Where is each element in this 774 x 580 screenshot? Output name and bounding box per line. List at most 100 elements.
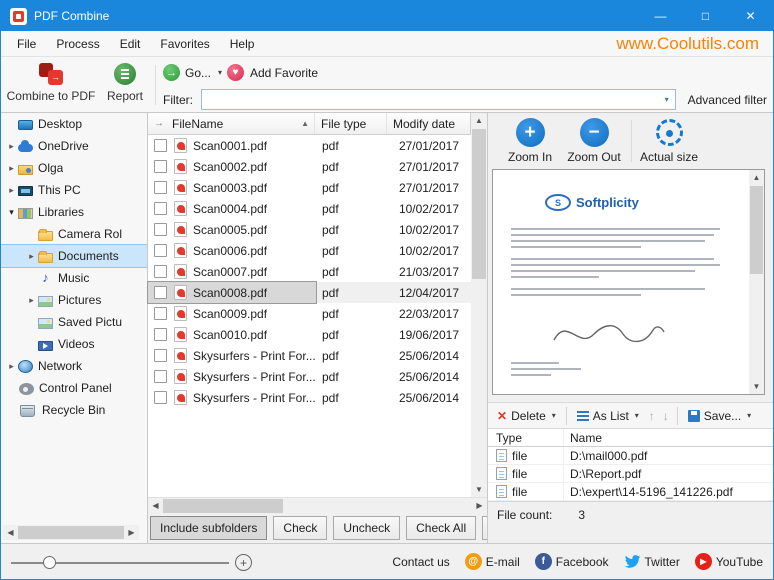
sidebar-item-control-panel[interactable]: Control Panel xyxy=(1,377,147,399)
scroll-down-icon[interactable]: ▼ xyxy=(749,379,765,394)
row-checkbox[interactable] xyxy=(154,202,167,215)
scrollbar-thumb[interactable] xyxy=(163,499,283,513)
column-header-type[interactable]: Type xyxy=(488,429,564,446)
row-checkbox[interactable] xyxy=(154,286,167,299)
move-up-button[interactable]: ↑ xyxy=(647,405,657,427)
row-checkbox[interactable] xyxy=(154,328,167,341)
sidebar-item-music[interactable]: ♪ Music xyxy=(1,267,147,289)
file-row[interactable]: Scan0006.pdf pdf 10/02/2017 xyxy=(148,240,471,261)
scroll-up-icon[interactable]: ▲ xyxy=(749,170,765,185)
go-button[interactable]: → Go... ▾ xyxy=(163,64,222,81)
zoom-in-button[interactable]: + Zoom In xyxy=(498,118,562,164)
scroll-left-icon[interactable]: ◀ xyxy=(3,525,18,540)
file-row[interactable]: Skysurfers - Print For... pdf 25/06/2014 xyxy=(148,366,471,387)
scroll-down-icon[interactable]: ▼ xyxy=(471,482,487,497)
file-row[interactable]: Scan0005.pdf pdf 10/02/2017 xyxy=(148,219,471,240)
add-favorite-button[interactable]: ♥ Add Favorite xyxy=(227,64,318,81)
scroll-left-icon[interactable]: ◀ xyxy=(148,498,163,513)
column-header-filename[interactable]: → FileName ▲ xyxy=(148,113,315,134)
menu-process[interactable]: Process xyxy=(46,37,109,51)
file-row[interactable]: Scan0007.pdf pdf 21/03/2017 xyxy=(148,261,471,282)
file-row[interactable]: Scan0003.pdf pdf 27/01/2017 xyxy=(148,177,471,198)
advanced-filter-link[interactable]: Advanced filter xyxy=(688,93,767,107)
sidebar-item-network[interactable]: ▸ Network xyxy=(1,355,147,377)
row-checkbox[interactable] xyxy=(154,349,167,362)
expand-icon[interactable]: ▸ xyxy=(25,251,38,262)
list-vertical-scrollbar[interactable]: ▲ ▼ xyxy=(471,113,487,497)
file-row[interactable]: Scan0001.pdf pdf 27/01/2017 xyxy=(148,135,471,156)
combine-to-pdf-button[interactable]: → Combine to PDF xyxy=(5,61,97,103)
report-button[interactable]: Report xyxy=(99,61,151,103)
menu-file[interactable]: File xyxy=(7,37,46,51)
website-link[interactable]: www.Coolutils.com xyxy=(616,34,759,54)
delete-button[interactable]: ✕ Delete ▾ xyxy=(493,405,560,427)
output-row[interactable]: file D:\mail000.pdf xyxy=(488,447,773,465)
menu-help[interactable]: Help xyxy=(220,37,265,51)
sidebar-item-documents[interactable]: ▸ Documents xyxy=(1,245,147,267)
column-header-name[interactable]: Name xyxy=(564,431,773,445)
filter-combobox[interactable]: ▾ xyxy=(201,89,676,110)
as-list-button[interactable]: As List ▾ xyxy=(573,405,643,427)
close-button[interactable]: ✕ xyxy=(728,1,773,31)
facebook-link[interactable]: f Facebook xyxy=(535,553,609,570)
include-subfolders-toggle[interactable]: Include subfolders xyxy=(150,516,267,540)
zoom-out-button[interactable]: − Zoom Out xyxy=(562,118,626,164)
menu-favorites[interactable]: Favorites xyxy=(150,37,219,51)
collapse-icon[interactable]: ▾ xyxy=(5,207,18,218)
column-header-filetype[interactable]: File type xyxy=(315,113,387,134)
sidebar-item-recycle-bin[interactable]: Recycle Bin xyxy=(1,399,147,421)
expand-icon[interactable]: ▸ xyxy=(5,361,18,372)
file-row-selected[interactable]: Scan0008.pdf pdf 12/04/2017 xyxy=(148,282,471,303)
scroll-right-icon[interactable]: ▶ xyxy=(472,498,487,513)
file-row[interactable]: Scan0002.pdf pdf 27/01/2017 xyxy=(148,156,471,177)
output-row[interactable]: file D:\expert\14-5196_141226.pdf xyxy=(488,483,773,501)
actual-size-button[interactable]: Actual size xyxy=(637,118,701,164)
output-row[interactable]: file D:\Report.pdf xyxy=(488,465,773,483)
scroll-right-icon[interactable]: ▶ xyxy=(124,525,139,540)
row-checkbox[interactable] xyxy=(154,139,167,152)
file-row[interactable]: Scan0010.pdf pdf 19/06/2017 xyxy=(148,324,471,345)
sidebar-item-camera-roll[interactable]: Camera Roll xyxy=(1,223,147,245)
sidebar-item-pictures[interactable]: ▸ Pictures xyxy=(1,289,147,311)
minimize-button[interactable]: — xyxy=(638,1,683,31)
sidebar-item-saved-pictures[interactable]: Saved Pictures xyxy=(1,311,147,333)
uncheck-button[interactable]: Uncheck xyxy=(333,516,400,540)
check-all-button[interactable]: Check All xyxy=(406,516,476,540)
row-checkbox[interactable] xyxy=(154,160,167,173)
sidebar-item-this-pc[interactable]: ▸ This PC xyxy=(1,179,147,201)
scrollbar-thumb[interactable] xyxy=(18,526,124,539)
row-checkbox[interactable] xyxy=(154,244,167,257)
twitter-link[interactable]: Twitter xyxy=(624,553,680,570)
row-checkbox[interactable] xyxy=(154,307,167,320)
sidebar-item-onedrive[interactable]: ▸ OneDrive xyxy=(1,135,147,157)
row-checkbox[interactable] xyxy=(154,181,167,194)
menu-edit[interactable]: Edit xyxy=(110,37,151,51)
maximize-button[interactable]: □ xyxy=(683,1,728,31)
sidebar-horizontal-scrollbar[interactable]: ◀ ▶ xyxy=(3,525,139,540)
scroll-up-icon[interactable]: ▲ xyxy=(471,113,487,128)
chevron-down-icon[interactable]: ▾ xyxy=(659,95,675,104)
row-checkbox[interactable] xyxy=(154,391,167,404)
list-horizontal-scrollbar[interactable]: ◀ ▶ xyxy=(148,497,487,513)
column-header-modifydate[interactable]: Modify date xyxy=(387,113,470,134)
contact-us-label[interactable]: Contact us xyxy=(392,555,449,569)
row-checkbox[interactable] xyxy=(154,223,167,236)
sidebar-item-olga[interactable]: ▸ Olga xyxy=(1,157,147,179)
row-checkbox[interactable] xyxy=(154,265,167,278)
row-checkbox[interactable] xyxy=(154,370,167,383)
uncheck-all-button[interactable]: Uncheck All xyxy=(482,516,487,540)
file-row[interactable]: Scan0004.pdf pdf 10/02/2017 xyxy=(148,198,471,219)
scrollbar-thumb[interactable] xyxy=(750,186,763,274)
expand-icon[interactable]: ▸ xyxy=(5,163,18,174)
email-link[interactable]: @ E-mail xyxy=(465,553,520,570)
expand-icon[interactable]: ▸ xyxy=(25,295,38,306)
expand-icon[interactable]: ▸ xyxy=(5,185,18,196)
scrollbar-thumb[interactable] xyxy=(472,129,486,279)
filter-input[interactable] xyxy=(202,90,659,109)
file-row[interactable]: Skysurfers - Print For... pdf 25/06/2014 xyxy=(148,345,471,366)
file-row[interactable]: Skysurfers - Print For... pdf 25/06/2014 xyxy=(148,387,471,408)
sidebar-item-desktop[interactable]: Desktop xyxy=(1,113,147,135)
check-button[interactable]: Check xyxy=(273,516,327,540)
zoom-slider-knob[interactable] xyxy=(43,556,56,569)
file-row[interactable]: Scan0009.pdf pdf 22/03/2017 xyxy=(148,303,471,324)
